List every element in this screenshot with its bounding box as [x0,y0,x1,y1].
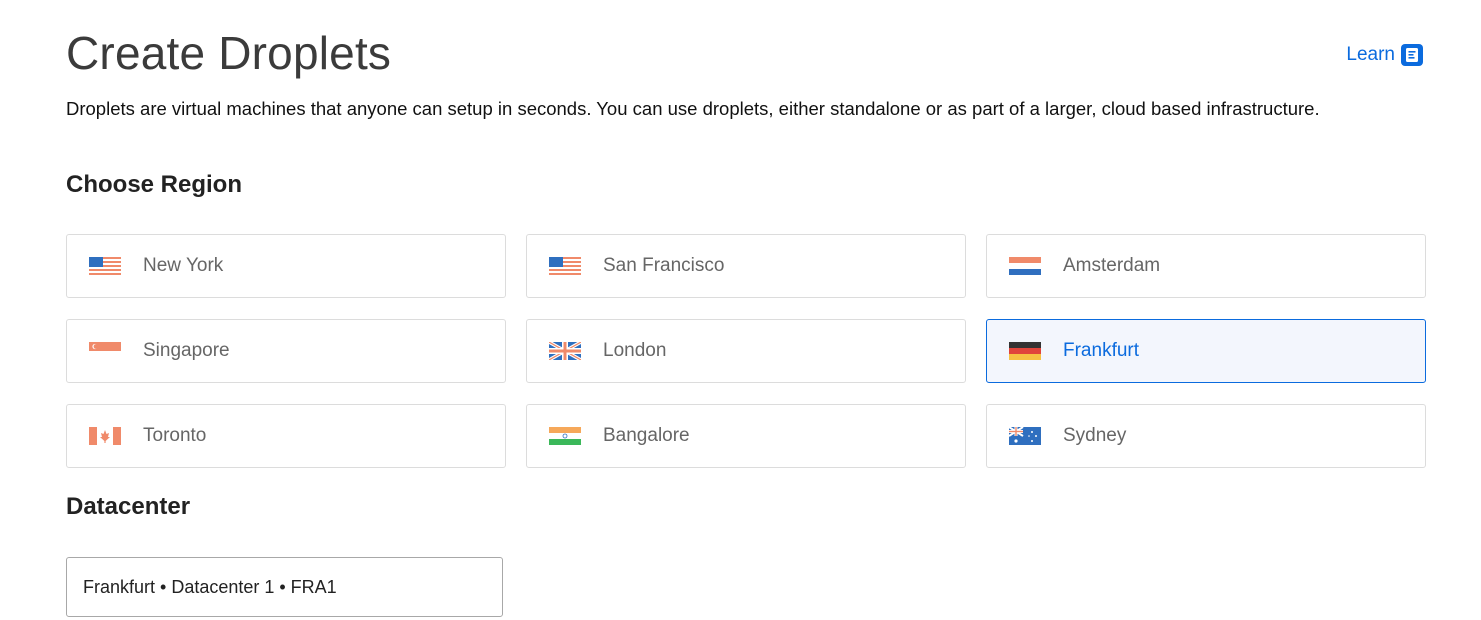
in-flag-icon [549,427,581,445]
learn-label: Learn [1346,44,1395,65]
datacenter-value: Frankfurt • Datacenter 1 • FRA1 [83,576,337,597]
au-flag-icon [1009,427,1041,445]
intro-text: Droplets are virtual machines that anyon… [66,98,1320,119]
region-name: Frankfurt [1063,340,1140,361]
region-card-new-york[interactable]: New York [66,234,506,298]
region-card-frankfurt[interactable]: Frankfurt [986,319,1426,383]
region-card-bangalore[interactable]: Bangalore [526,404,966,468]
datacenter-heading: Datacenter [66,493,191,520]
nl-flag-icon [1009,257,1041,275]
region-card-san-francisco[interactable]: San Francisco [526,234,966,298]
region-name: Bangalore [603,425,690,446]
region-name: Sydney [1063,425,1127,446]
uk-flag-icon [549,342,581,360]
choose-region-heading: Choose Region [66,171,243,198]
document-icon [1401,44,1423,66]
region-card-toronto[interactable]: Toronto [66,404,506,468]
region-name: Amsterdam [1063,255,1161,276]
datacenter-select[interactable]: Frankfurt • Datacenter 1 • FRA1 [66,557,503,617]
learn-link[interactable]: Learn [1346,44,1423,66]
de-flag-icon [1009,342,1041,360]
region-card-amsterdam[interactable]: Amsterdam [986,234,1426,298]
region-card-singapore[interactable]: Singapore [66,319,506,383]
page-title: Create Droplets [66,27,392,79]
region-name: Toronto [143,425,207,446]
region-name: Singapore [143,340,230,361]
region-name: New York [143,255,224,276]
us-flag-icon [549,257,581,275]
region-card-london[interactable]: London [526,319,966,383]
ca-flag-icon [89,427,121,445]
region-card-sydney[interactable]: Sydney [986,404,1426,468]
sg-flag-icon [89,342,121,360]
region-name: San Francisco [603,255,725,276]
region-name: London [603,340,667,361]
region-grid: New York San Francisco Amsterdam Singapo… [66,234,1426,468]
us-flag-icon [89,257,121,275]
